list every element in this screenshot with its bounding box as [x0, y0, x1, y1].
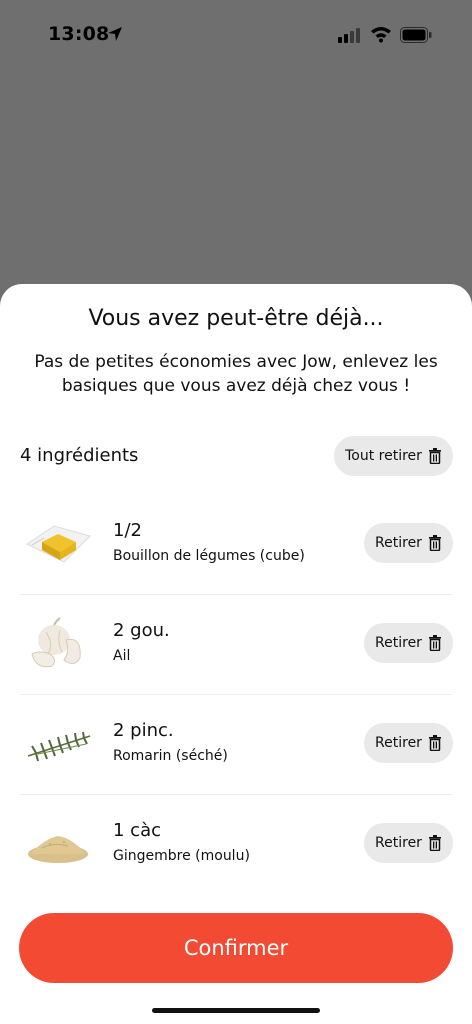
- ingredient-row: 1 càc Gingembre (moulu) Retirer: [20, 794, 453, 894]
- ingredient-name: Gingembre (moulu): [113, 848, 250, 864]
- ingredient-count: 4 ingrédients: [20, 445, 139, 466]
- remove-all-label: Tout retirer: [345, 448, 422, 464]
- cellular-signal-icon: [338, 28, 360, 43]
- remove-ingredient-button[interactable]: Retirer: [364, 523, 453, 563]
- remove-ingredient-button[interactable]: Retirer: [364, 623, 453, 663]
- confirm-button[interactable]: Confirmer: [19, 913, 453, 983]
- ingredient-quantity: 1 càc: [113, 820, 161, 841]
- ingredient-row: 2 pinc. Romarin (séché) Retirer: [20, 694, 453, 795]
- ingredient-row: 2 gou. Ail Retirer: [20, 594, 453, 695]
- bouillon-cube-image: [25, 525, 91, 563]
- remove-label: Retirer: [375, 835, 422, 851]
- sheet-title: Vous avez peut-être déjà...: [88, 306, 384, 331]
- trash-icon: [428, 635, 441, 651]
- status-bar: 13:08: [0, 0, 472, 70]
- location-arrow-icon: [108, 27, 122, 41]
- remove-all-button[interactable]: Tout retirer: [334, 436, 453, 476]
- sheet-subtitle: Pas de petites économies avec Jow, enlev…: [34, 352, 438, 396]
- ingredient-count-row: 4 ingrédients Tout retirer: [0, 434, 472, 478]
- trash-icon: [428, 448, 441, 464]
- remove-ingredient-button[interactable]: Retirer: [364, 723, 453, 763]
- trash-icon: [428, 835, 441, 851]
- ingredient-row: 1/2 Bouillon de légumes (cube) Retirer: [20, 494, 453, 595]
- ginger-powder-image: [28, 836, 88, 863]
- ingredient-name: Romarin (séché): [113, 748, 228, 764]
- trash-icon: [428, 735, 441, 751]
- ingredient-quantity: 2 pinc.: [113, 720, 174, 741]
- remove-ingredient-button[interactable]: Retirer: [364, 823, 453, 863]
- ingredient-quantity: 2 gou.: [113, 620, 170, 641]
- garlic-image: [31, 617, 81, 668]
- status-time: 13:08: [48, 23, 110, 45]
- remove-label: Retirer: [375, 535, 422, 551]
- battery-icon: [400, 27, 432, 43]
- ingredient-name: Ail: [113, 648, 131, 664]
- trash-icon: [428, 535, 441, 551]
- ingredient-name: Bouillon de légumes (cube): [113, 548, 305, 564]
- wifi-icon: [371, 27, 391, 43]
- home-indicator: [152, 1008, 320, 1013]
- remove-label: Retirer: [375, 635, 422, 651]
- remove-label: Retirer: [375, 735, 422, 751]
- ingredient-quantity: 1/2: [113, 520, 142, 541]
- bottom-sheet: Vous avez peut-être déjà... Pas de petit…: [0, 284, 472, 1024]
- rosemary-image: [27, 731, 91, 762]
